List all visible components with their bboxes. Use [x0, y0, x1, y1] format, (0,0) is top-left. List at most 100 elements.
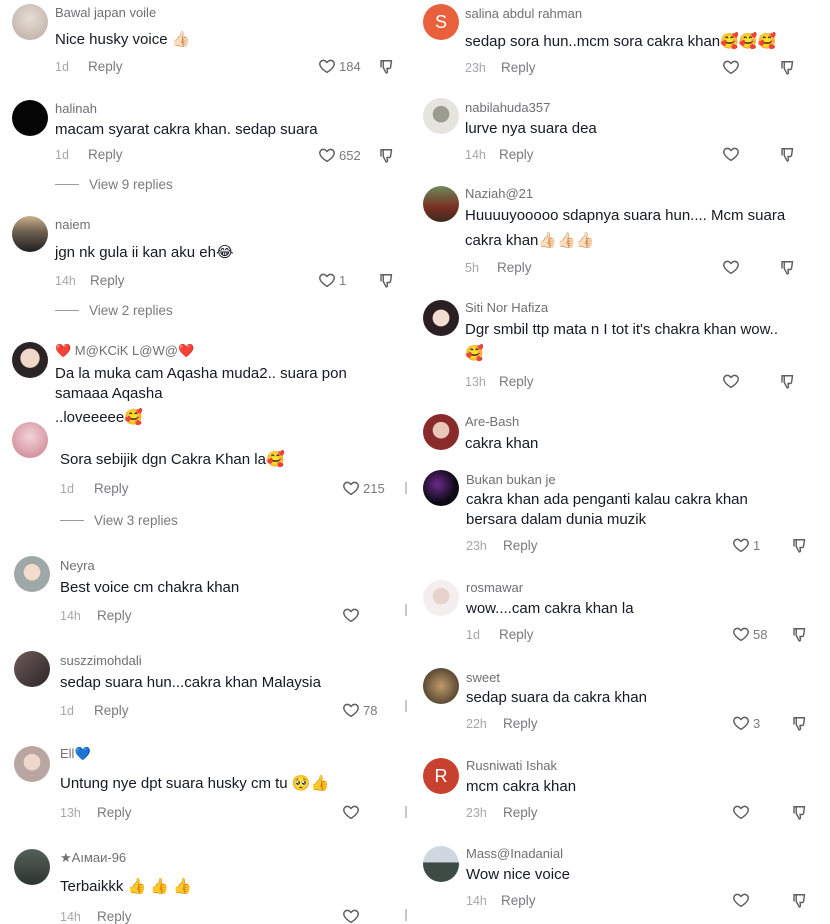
like-button[interactable]: 1 — [318, 271, 346, 289]
reply-button[interactable]: Reply — [94, 481, 129, 496]
avatar[interactable] — [14, 556, 50, 592]
avatar[interactable] — [423, 668, 459, 704]
view-replies-link[interactable]: View 3 replies — [60, 513, 178, 528]
dislike-button[interactable] — [791, 625, 809, 648]
reply-button[interactable]: Reply — [501, 60, 536, 75]
avatar[interactable] — [12, 100, 48, 136]
like-button[interactable]: 652 — [318, 146, 361, 164]
dislike-button[interactable] — [378, 57, 396, 80]
like-button[interactable] — [732, 891, 750, 909]
reply-button[interactable]: Reply — [499, 627, 534, 642]
heart-icon — [342, 479, 360, 497]
comment-username[interactable]: ❤️ M@KCiK L@W@❤️ — [55, 343, 194, 359]
comment-time: 1d — [55, 60, 69, 74]
like-button[interactable] — [732, 803, 750, 821]
comment-username[interactable]: suszzimohdali — [60, 653, 142, 668]
comment-item: Bukan bukan je cakra khan ada penganti k… — [415, 466, 830, 566]
view-replies-link[interactable]: View 2 replies — [55, 303, 173, 318]
avatar[interactable] — [423, 98, 459, 134]
reply-button[interactable]: Reply — [503, 805, 538, 820]
reply-button[interactable]: Reply — [97, 909, 132, 924]
avatar[interactable]: S — [423, 4, 459, 40]
comment-username[interactable]: Bawal japan voile — [55, 5, 156, 20]
avatar[interactable] — [14, 849, 50, 885]
heart-icon — [342, 606, 360, 624]
reply-button[interactable]: Reply — [97, 805, 132, 820]
reply-button[interactable]: Reply — [503, 716, 538, 731]
like-button[interactable] — [722, 258, 740, 276]
comment-username[interactable]: Naziah@21 — [465, 186, 533, 201]
avatar[interactable] — [12, 216, 48, 252]
like-button[interactable]: 184 — [318, 57, 361, 75]
avatar[interactable] — [423, 470, 459, 506]
comment-username[interactable]: salina abdul rahman — [465, 6, 582, 21]
reply-button[interactable]: Reply — [503, 538, 538, 553]
dislike-button[interactable] — [791, 803, 809, 826]
avatar[interactable] — [423, 300, 459, 336]
heart-icon — [342, 701, 360, 719]
like-button[interactable]: 58 — [732, 625, 767, 643]
like-button[interactable] — [342, 907, 363, 924]
reply-button[interactable]: Reply — [90, 273, 125, 288]
avatar[interactable] — [12, 342, 48, 378]
avatar[interactable]: R — [423, 758, 459, 794]
dislike-button[interactable] — [779, 258, 797, 281]
like-button[interactable]: 3 — [732, 714, 760, 732]
comment-username[interactable]: halinah — [55, 101, 97, 116]
dislike-button[interactable] — [791, 891, 809, 914]
comment-text-line-2: 🥰 — [465, 345, 484, 362]
reply-button[interactable]: Reply — [97, 608, 132, 623]
view-replies-label: View 9 replies — [89, 177, 173, 192]
comment-username[interactable]: Neyra — [60, 558, 95, 573]
comment-username[interactable]: Bukan bukan je — [466, 472, 556, 487]
comment-username[interactable]: ★Aıмaи-96 — [60, 850, 126, 866]
comment-username[interactable]: nabilahuda357 — [465, 100, 550, 115]
avatar[interactable] — [423, 846, 459, 882]
avatar[interactable] — [423, 414, 459, 450]
comment-username[interactable]: naiem — [55, 217, 90, 232]
comment-item: R Rusniwati Ishak mcm cakra khan 23h Rep… — [415, 752, 830, 838]
reply-button[interactable]: Reply — [88, 59, 123, 74]
like-button[interactable] — [722, 58, 740, 76]
avatar[interactable] — [12, 4, 48, 40]
dislike-button[interactable] — [378, 271, 396, 294]
like-button[interactable] — [722, 372, 740, 390]
comment-username[interactable]: Ell💙 — [60, 746, 91, 762]
dislike-button[interactable] — [779, 145, 797, 168]
dislike-button[interactable] — [791, 714, 809, 737]
like-button[interactable]: 78 — [342, 701, 377, 719]
dislike-button[interactable] — [779, 58, 797, 81]
heart-icon — [732, 714, 750, 732]
like-button[interactable] — [342, 606, 363, 624]
view-replies-link[interactable]: View 9 replies — [55, 177, 173, 192]
comment-username[interactable]: Are-Bash — [465, 414, 519, 429]
comment-text: Wow nice voice — [466, 866, 570, 883]
reply-button[interactable]: Reply — [499, 374, 534, 389]
like-button[interactable] — [342, 803, 363, 821]
comment-username[interactable]: Rusniwati Ishak — [466, 758, 557, 773]
reply-button[interactable]: Reply — [501, 893, 536, 908]
comment-username[interactable]: sweet — [466, 670, 500, 685]
avatar[interactable] — [423, 580, 459, 616]
reply-button[interactable]: Reply — [497, 260, 532, 275]
reply-button[interactable]: Reply — [88, 147, 123, 162]
avatar[interactable] — [12, 422, 48, 458]
dislike-button[interactable] — [779, 372, 797, 395]
like-button[interactable]: 1 — [732, 536, 760, 554]
like-count: 78 — [363, 702, 378, 718]
avatar[interactable] — [14, 651, 50, 687]
like-count: 184 — [339, 58, 361, 74]
comment-username[interactable]: Siti Nor Hafiza — [465, 300, 548, 315]
like-button[interactable] — [722, 145, 740, 163]
reply-button[interactable]: Reply — [94, 703, 129, 718]
comment-username[interactable]: Mass@Inadanial — [466, 846, 563, 861]
dislike-button[interactable] — [791, 536, 809, 559]
avatar[interactable] — [14, 746, 50, 782]
like-button[interactable]: 215 — [342, 479, 385, 497]
dislike-button[interactable] — [378, 146, 396, 169]
comment-username[interactable]: rosmawar — [466, 580, 523, 595]
avatar[interactable] — [423, 186, 459, 222]
comment-time: 14h — [60, 609, 81, 623]
comment-text-line-2: cakra khan👍🏻👍🏻👍🏻 — [465, 232, 595, 249]
reply-button[interactable]: Reply — [499, 147, 534, 162]
